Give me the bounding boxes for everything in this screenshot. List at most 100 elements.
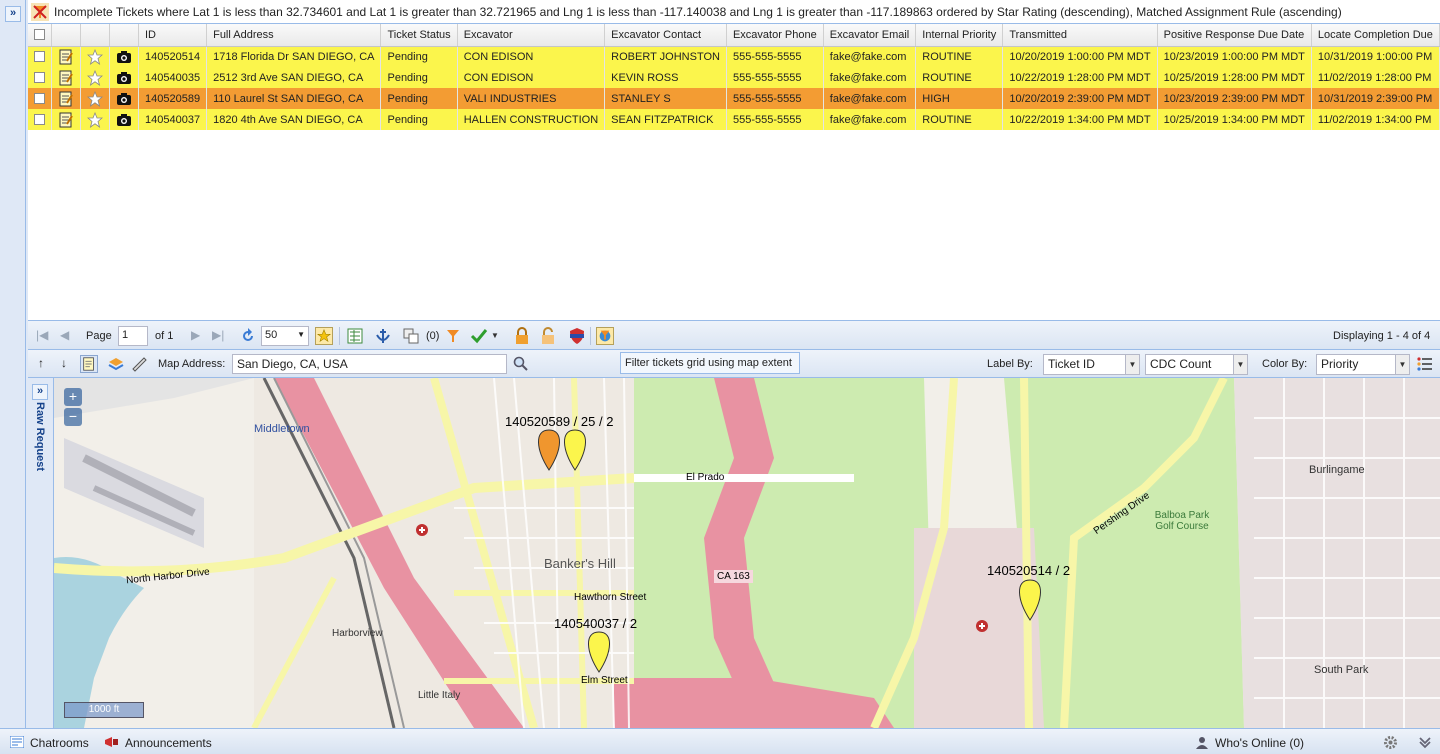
expand-panel-button[interactable]: » — [5, 6, 21, 22]
row-select-cell[interactable] — [28, 88, 52, 109]
select-all-header[interactable] — [28, 24, 52, 47]
page-number-input[interactable]: 1 — [118, 326, 148, 346]
star-icon[interactable] — [87, 48, 103, 65]
edit-cell[interactable] — [51, 46, 81, 67]
move-down-icon[interactable]: ↓ — [61, 356, 67, 370]
chatrooms-icon[interactable] — [10, 736, 24, 748]
cell-ticket-status: Pending — [380, 67, 458, 88]
megaphone-icon[interactable] — [104, 736, 120, 748]
select-tickets-icon[interactable] — [402, 327, 420, 345]
zoom-in-button[interactable]: + — [64, 388, 82, 406]
next-page-icon[interactable]: ▶ — [191, 328, 200, 342]
export-excel-icon[interactable] — [346, 327, 364, 345]
column-header-full-address[interactable]: Full Address — [206, 24, 382, 47]
row-checkbox[interactable] — [34, 72, 45, 84]
select-all-checkbox[interactable] — [34, 29, 45, 41]
star-icon[interactable] — [87, 69, 103, 86]
lock-icon[interactable] — [513, 327, 531, 345]
edit-cell[interactable] — [51, 88, 81, 109]
column-header-excavator[interactable]: Excavator — [457, 24, 606, 47]
assign-icon[interactable] — [374, 327, 392, 345]
announcements-button[interactable]: Announcements — [125, 736, 212, 750]
raw-request-title[interactable]: Raw Request — [34, 402, 46, 471]
star-cell[interactable] — [80, 88, 110, 109]
edit-cell[interactable] — [51, 67, 81, 88]
column-header-transmitted[interactable]: Transmitted — [1002, 24, 1158, 47]
first-page-icon[interactable]: |◀ — [36, 328, 48, 342]
shield-icon[interactable] — [568, 327, 586, 345]
whos-online-button[interactable]: Who's Online (0) — [1215, 736, 1304, 750]
photo-cell[interactable] — [109, 67, 139, 88]
column-header-id[interactable]: ID — [138, 24, 208, 47]
column-header-excavator-phone[interactable]: Excavator Phone — [726, 24, 824, 47]
star-icon[interactable] — [87, 90, 103, 107]
row-checkbox[interactable] — [34, 93, 45, 105]
row-select-cell[interactable] — [28, 46, 52, 67]
raw-request-panel[interactable]: » Raw Request — [28, 378, 54, 728]
map-view[interactable]: + − 1000 ft 140520589 / 25 / 2 140520514… — [54, 378, 1440, 728]
camera-icon[interactable] — [116, 112, 132, 128]
row-checkbox[interactable] — [34, 51, 45, 63]
table-row[interactable]: 140540037 1820 4th Ave SAN DIEGO, CA Pendi… — [28, 109, 1440, 130]
label-by-select[interactable]: Ticket ID ▼ — [1043, 354, 1140, 375]
chatrooms-button[interactable]: Chatrooms — [30, 736, 89, 750]
table-row[interactable]: 140520514 1718 Florida Dr SAN DIEGO, CA Pe… — [28, 46, 1440, 67]
measure-ruler-icon[interactable] — [130, 355, 148, 373]
last-page-icon[interactable]: ▶| — [212, 328, 224, 342]
edit-notes-icon[interactable] — [80, 355, 98, 373]
row-select-cell[interactable] — [28, 67, 52, 88]
edit-ticket-icon[interactable] — [58, 70, 74, 86]
cell-excavator-email: fake@fake.com — [823, 109, 917, 130]
clear-filter-icon[interactable] — [444, 327, 462, 345]
place-label-middletown: Middletown — [254, 423, 310, 435]
column-header-excavator-email[interactable]: Excavator Email — [823, 24, 917, 47]
refresh-icon[interactable] — [239, 327, 257, 345]
unlock-icon[interactable] — [539, 327, 557, 345]
table-row[interactable]: 140540035 2512 3rd Ave SAN DIEGO, CA Pendi… — [28, 67, 1440, 88]
camera-icon[interactable] — [116, 49, 132, 65]
map-filter-icon[interactable] — [596, 327, 614, 345]
photo-cell[interactable] — [109, 88, 139, 109]
collapse-down-icon[interactable] — [1418, 735, 1432, 749]
column-header-locate-completion-due[interactable]: Locate Completion Due — [1311, 24, 1440, 47]
row-select-cell[interactable] — [28, 109, 52, 130]
move-up-icon[interactable]: ↑ — [38, 356, 44, 370]
column-header-positive-response-due[interactable]: Positive Response Due Date — [1157, 24, 1312, 47]
complete-dropdown-icon[interactable]: ▼ — [491, 331, 499, 340]
filter-icon[interactable] — [31, 3, 49, 21]
star-icon[interactable] — [87, 111, 103, 128]
photo-cell[interactable] — [109, 109, 139, 130]
star-cell[interactable] — [80, 109, 110, 130]
row-checkbox[interactable] — [34, 114, 45, 126]
star-filter-icon[interactable] — [315, 327, 333, 345]
expand-raw-request-button[interactable]: » — [32, 384, 48, 400]
gear-icon[interactable] — [1383, 735, 1398, 750]
page-size-select[interactable]: 50 ▼ — [261, 326, 309, 346]
column-header-excavator-contact[interactable]: Excavator Contact — [604, 24, 727, 47]
edit-ticket-icon[interactable] — [58, 112, 74, 128]
table-row[interactable]: 140520589 110 Laurel St SAN DIEGO, CA Pend… — [28, 88, 1440, 109]
photo-cell[interactable] — [109, 46, 139, 67]
count-select[interactable]: CDC Count ▼ — [1145, 354, 1248, 375]
layers-icon[interactable] — [107, 355, 125, 373]
edit-cell[interactable] — [51, 109, 81, 130]
zoom-out-button[interactable]: − — [64, 408, 82, 426]
map-address-input[interactable]: San Diego, CA, USA — [232, 354, 507, 374]
prev-page-icon[interactable]: ◀ — [60, 328, 69, 342]
star-cell[interactable] — [80, 67, 110, 88]
edit-ticket-icon[interactable] — [58, 49, 74, 65]
cell-locate-completion-due: 10/31/2019 2:39:00 PM — [1311, 88, 1440, 109]
edit-ticket-icon[interactable] — [58, 91, 74, 107]
column-header-internal-priority[interactable]: Internal Priority — [915, 24, 1004, 47]
color-by-select[interactable]: Priority ▼ — [1316, 354, 1410, 375]
user-icon[interactable] — [1195, 736, 1209, 749]
cell-ticket-id: 140540035 — [138, 67, 208, 88]
star-cell[interactable] — [80, 46, 110, 67]
column-header-ticket-status[interactable]: Ticket Status — [380, 24, 458, 47]
complete-check-icon[interactable] — [470, 327, 488, 345]
camera-icon[interactable] — [116, 91, 132, 107]
camera-icon[interactable] — [116, 70, 132, 86]
legend-list-icon[interactable] — [1416, 355, 1434, 373]
search-icon[interactable] — [512, 355, 530, 373]
label-by-label: Label By: — [987, 358, 1033, 370]
